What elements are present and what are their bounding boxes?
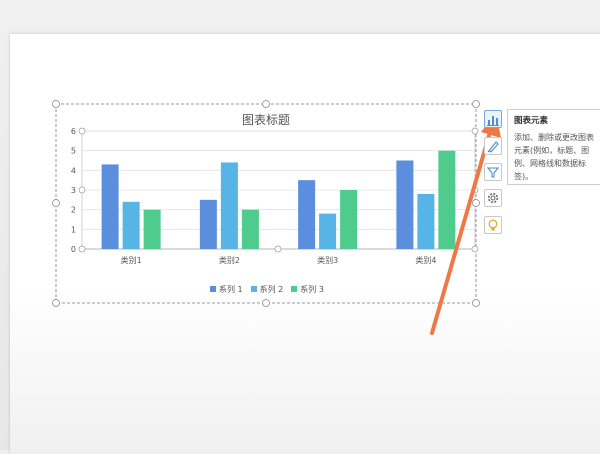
y-tick-label: 0 xyxy=(71,245,76,254)
legend-item[interactable]: 系列 2 xyxy=(250,284,284,295)
x-tick-label: 类别4 xyxy=(415,255,436,265)
chart-legend[interactable]: 系列 1 系列 2 系列 3 xyxy=(210,283,324,295)
plot-area-handle[interactable] xyxy=(471,127,479,135)
legend-swatch xyxy=(250,286,257,292)
resize-handle[interactable] xyxy=(472,199,480,207)
x-tick-label: 类别1 xyxy=(121,255,142,265)
lightbulb-icon xyxy=(488,219,498,231)
y-tick-label: 6 xyxy=(71,127,76,136)
chart-style-brush-button[interactable] xyxy=(484,137,502,155)
y-tick-label: 4 xyxy=(71,166,76,175)
bar[interactable] xyxy=(199,199,217,249)
tooltip-chart-elements: 图表元素 添加、删除或更改图表元素(例如，标题、图例、网格线和数据标签)。 xyxy=(507,109,600,185)
legend-label: 系列 3 xyxy=(300,284,324,294)
plot-area-handle[interactable] xyxy=(274,245,282,253)
bar[interactable] xyxy=(340,190,358,249)
resize-handle[interactable] xyxy=(472,299,480,307)
chart-elements-icon xyxy=(487,116,499,126)
tooltip-title: 图表元素 xyxy=(514,116,549,126)
legend-label: 系列 1 xyxy=(219,284,243,294)
resize-handle[interactable] xyxy=(262,299,270,307)
tooltip-body: 添加、删除或更改图表元素(例如，标题、图例、网格线和数据标签)。 xyxy=(514,133,594,181)
chart-style-brush-icon xyxy=(487,141,499,153)
settings-gear-icon xyxy=(487,192,499,204)
bar[interactable] xyxy=(220,162,238,249)
legend-swatch xyxy=(210,286,216,292)
bar[interactable] xyxy=(241,209,259,249)
bar[interactable] xyxy=(438,150,456,249)
chart-filter-button[interactable] xyxy=(484,163,502,181)
lightbulb-button[interactable] xyxy=(484,216,502,234)
chart-elements-button[interactable] xyxy=(484,110,502,128)
settings-gear-button[interactable] xyxy=(484,189,502,207)
resize-handle[interactable] xyxy=(52,299,60,307)
plot-area-handle[interactable] xyxy=(471,245,479,253)
resize-handle[interactable] xyxy=(52,100,60,108)
resize-handle[interactable] xyxy=(52,199,60,207)
legend-item[interactable]: 系列 1 xyxy=(210,284,243,295)
resize-handle[interactable] xyxy=(472,100,480,108)
legend-swatch xyxy=(291,286,298,292)
x-tick-label: 类别3 xyxy=(317,255,338,265)
bar[interactable] xyxy=(122,201,140,249)
x-tick-label: 类别2 xyxy=(219,255,240,265)
legend-label: 系列 2 xyxy=(259,284,284,294)
legend-item[interactable]: 系列 3 xyxy=(291,284,324,295)
chart-filter-icon xyxy=(486,167,500,178)
bar[interactable] xyxy=(143,209,161,249)
chart[interactable]: 0 1 2 3 4 5 6 类别1 类别2 类别3 类别4 图表标题 xyxy=(0,0,600,450)
resize-handle[interactable] xyxy=(262,100,270,108)
y-tick-label: 3 xyxy=(71,186,76,195)
y-tick-label: 5 xyxy=(71,147,76,156)
bar[interactable] xyxy=(319,213,337,249)
plot-area-handle[interactable] xyxy=(78,245,86,253)
chart-title[interactable]: 图表标题 xyxy=(242,113,290,127)
bar[interactable] xyxy=(417,193,435,249)
y-tick-label: 2 xyxy=(71,206,76,215)
plot-area-handle[interactable] xyxy=(78,127,86,135)
bar[interactable] xyxy=(298,180,316,249)
plot-area-handle[interactable] xyxy=(78,186,86,194)
bar[interactable] xyxy=(396,160,414,250)
y-tick-label: 1 xyxy=(71,225,76,234)
bar[interactable] xyxy=(101,164,119,249)
